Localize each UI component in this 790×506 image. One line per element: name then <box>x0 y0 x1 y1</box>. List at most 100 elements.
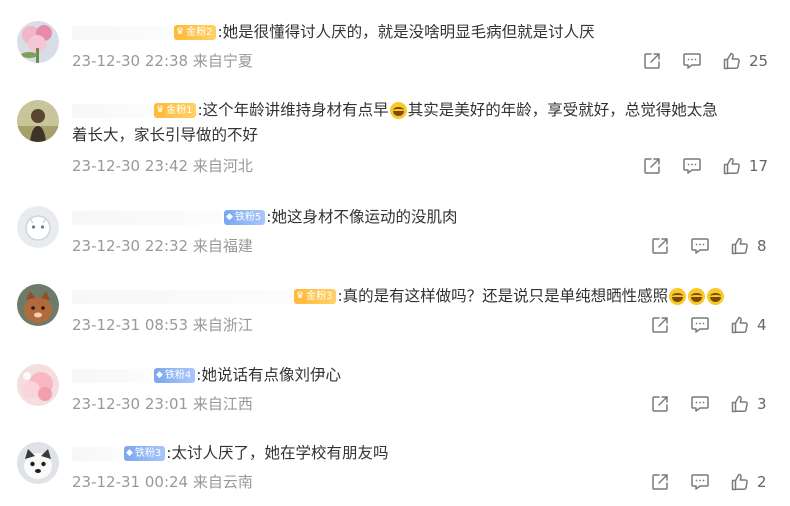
comment-item: ♛ 金粉2:她是很懂得讨人厌的，就是没啥明显毛病但就是讨人厌 23-12-30 2… <box>0 0 790 86</box>
username[interactable] <box>72 289 292 304</box>
comment-date: 23-12-30 23:01 <box>72 395 189 413</box>
share-icon <box>644 158 660 174</box>
share-button[interactable] <box>650 393 670 415</box>
thumbs-up-icon <box>731 237 748 255</box>
crown-icon: ♛ <box>156 105 165 115</box>
avatar[interactable] <box>17 284 59 326</box>
comment-actions: 8 <box>650 235 782 257</box>
username[interactable] <box>72 25 172 40</box>
username[interactable] <box>72 210 222 225</box>
comment-icon <box>691 396 709 412</box>
comment-text: ◆ 铁粉3:太讨人厌了，她在学校有朋友吗 <box>72 441 766 466</box>
like-button[interactable]: 8 <box>730 235 767 257</box>
comment-actions: 25 <box>642 50 782 72</box>
comment-content: :真的是有这样做吗？还是说只是单纯想晒性感照 <box>337 287 669 305</box>
comment-date: 23-12-30 23:42 <box>72 157 189 175</box>
share-button[interactable] <box>650 471 670 493</box>
like-count: 17 <box>749 157 769 175</box>
share-button[interactable] <box>650 314 670 336</box>
thumbs-up-icon <box>731 395 748 413</box>
comment-actions: 2 <box>650 471 782 493</box>
comment-content: 着长大，家长引导做的不好 <box>72 126 259 144</box>
like-button[interactable]: 3 <box>730 393 767 415</box>
comment-text: ♛ 金粉3:真的是有这样做吗？还是说只是单纯想晒性感照 <box>72 284 766 309</box>
comment-content: :她这身材不像运动的没肌肉 <box>266 208 458 226</box>
comment-meta: 23-12-30 23:42 来自河北 <box>72 156 253 176</box>
fan-badge[interactable]: ♛ 金粉3 <box>294 289 337 304</box>
comment-content: 其实是美好的年龄，享受就好，总觉得她太急 <box>407 101 718 119</box>
comment-item: ◆ 铁粉4:她说话有点像刘伊心 23-12-30 23:01 来自江西 3 <box>0 346 790 426</box>
comment-location: 来自浙江 <box>192 316 253 334</box>
crown-icon: ♛ <box>176 27 185 37</box>
reply-button[interactable] <box>690 393 710 415</box>
laughing-emoji-icon <box>707 288 725 305</box>
comment-item: ♛ 金粉3:真的是有这样做吗？还是说只是单纯想晒性感照 23-12-31 08:5… <box>0 266 790 346</box>
comment-icon <box>683 158 701 174</box>
comment-icon <box>683 53 701 69</box>
thumbs-up-icon <box>723 157 740 175</box>
thumbs-up-icon <box>731 473 748 491</box>
crown-icon: ♛ <box>296 291 305 301</box>
share-icon <box>652 238 668 254</box>
reply-button[interactable] <box>682 155 702 177</box>
username[interactable] <box>72 446 122 461</box>
comment-content: :她是很懂得讨人厌的，就是没啥明显毛病但就是讨人厌 <box>217 23 595 41</box>
diamond-icon: ◆ <box>226 212 233 222</box>
diamond-icon: ◆ <box>126 448 133 458</box>
share-button[interactable] <box>650 235 670 257</box>
share-icon <box>652 317 668 333</box>
thumbs-up-icon <box>731 316 748 334</box>
like-button[interactable]: 2 <box>730 471 767 493</box>
avatar[interactable] <box>17 21 59 63</box>
comment-meta: 23-12-31 00:24 来自云南 <box>72 472 253 492</box>
comment-text: ◆ 铁粉5:她这身材不像运动的没肌肉 <box>72 205 766 230</box>
comment-meta: 23-12-30 22:32 来自福建 <box>72 236 253 256</box>
comment-text: ♛ 金粉1:这个年龄讲维持身材有点早 其实是美好的年龄，享受就好，总觉得她太急 着长大… <box>72 98 766 148</box>
comment-date: 23-12-30 22:32 <box>72 237 189 255</box>
avatar[interactable] <box>17 100 59 142</box>
like-button[interactable]: 25 <box>722 50 768 72</box>
fan-badge[interactable]: ◆ 铁粉4 <box>154 368 196 383</box>
reply-button[interactable] <box>690 471 710 493</box>
reply-button[interactable] <box>690 235 710 257</box>
comment-text: ◆ 铁粉4:她说话有点像刘伊心 <box>72 363 766 388</box>
like-count: 8 <box>757 237 767 255</box>
laughing-emoji-icon <box>669 288 687 305</box>
comment-content: :太讨人厌了，她在学校有朋友吗 <box>166 444 389 462</box>
like-button[interactable]: 4 <box>730 314 767 336</box>
comment-location: 来自云南 <box>192 473 253 491</box>
comment-item: ◆ 铁粉3:太讨人厌了，她在学校有朋友吗 23-12-31 00:24 来自云南 … <box>0 426 790 506</box>
username[interactable] <box>72 103 152 118</box>
comment-item: ♛ 金粉1:这个年龄讲维持身材有点早 其实是美好的年龄，享受就好，总觉得她太急 着长大… <box>0 86 790 186</box>
comment-meta: 23-12-30 22:38 来自宁夏 <box>72 51 253 71</box>
comment-date: 23-12-31 00:24 <box>72 473 189 491</box>
avatar[interactable] <box>17 206 59 248</box>
comment-icon <box>691 238 709 254</box>
like-count: 2 <box>757 473 767 491</box>
comment-date: 23-12-31 08:53 <box>72 316 189 334</box>
comment-date: 23-12-30 22:38 <box>72 52 189 70</box>
like-button[interactable]: 17 <box>722 155 768 177</box>
comment-meta: 23-12-30 23:01 来自江西 <box>72 394 253 414</box>
comment-actions: 3 <box>650 393 782 415</box>
share-button[interactable] <box>642 50 662 72</box>
comment-content: :她说话有点像刘伊心 <box>196 366 342 384</box>
fan-badge[interactable]: ◆ 铁粉5 <box>224 210 266 225</box>
avatar[interactable] <box>17 442 59 484</box>
comment-icon <box>691 317 709 333</box>
fan-badge[interactable]: ◆ 铁粉3 <box>124 446 166 461</box>
fan-badge[interactable]: ♛ 金粉1 <box>154 103 197 118</box>
share-icon <box>652 396 668 412</box>
avatar[interactable] <box>17 364 59 406</box>
comment-location: 来自河北 <box>192 157 253 175</box>
username[interactable] <box>72 368 152 383</box>
like-count: 25 <box>749 52 769 70</box>
share-icon <box>644 53 660 69</box>
share-button[interactable] <box>642 155 662 177</box>
comment-actions: 17 <box>642 155 782 177</box>
reply-button[interactable] <box>682 50 702 72</box>
comment-meta: 23-12-31 08:53 来自浙江 <box>72 315 253 335</box>
comment-location: 来自福建 <box>192 237 253 255</box>
fan-badge[interactable]: ♛ 金粉2 <box>174 25 217 40</box>
reply-button[interactable] <box>690 314 710 336</box>
